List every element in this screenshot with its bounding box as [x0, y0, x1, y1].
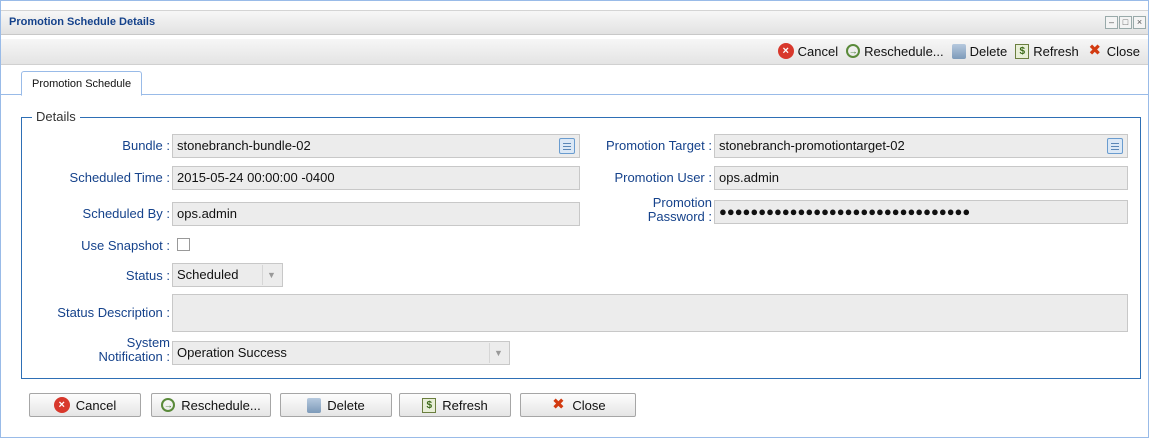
- scheduled-by-field[interactable]: ops.admin: [172, 202, 580, 226]
- reschedule-button[interactable]: → Reschedule...: [151, 393, 271, 417]
- scheduled-time-label: Scheduled Time :: [69, 170, 170, 185]
- status-label: Status :: [125, 268, 170, 283]
- reschedule-button-label: Reschedule...: [181, 397, 261, 413]
- toolbar-cancel-label: Cancel: [797, 43, 839, 59]
- details-fieldset: Details Bundle : stonebranch-bundle-02 S…: [21, 109, 1141, 379]
- reschedule-icon: →: [846, 44, 861, 58]
- toolbar-refresh-button[interactable]: $ Refresh: [1015, 43, 1079, 59]
- delete-icon: [307, 397, 322, 413]
- refresh-icon: $: [422, 397, 437, 413]
- maximize-icon[interactable]: □: [1119, 16, 1132, 29]
- promotion-password-label-line1: Promotion: [652, 195, 712, 210]
- reschedule-icon: →: [161, 398, 176, 412]
- toolbar-reschedule-button[interactable]: → Reschedule...: [846, 43, 944, 59]
- window-close-icon[interactable]: ×: [1133, 16, 1146, 29]
- bundle-label: Bundle :: [122, 138, 170, 153]
- refresh-button[interactable]: $ Refresh: [399, 393, 511, 417]
- scheduled-time-value: 2015-05-24 00:00:00 -0400: [177, 170, 335, 185]
- toolbar-delete-label: Delete: [969, 43, 1008, 59]
- toolbar-delete-button[interactable]: Delete: [951, 43, 1008, 59]
- details-legend: Details: [32, 109, 80, 124]
- cancel-button[interactable]: × Cancel: [29, 393, 141, 417]
- promotion-user-value: ops.admin: [719, 170, 779, 185]
- promotion-password-label: Promotion Password :: [562, 196, 712, 224]
- promotion-target-label: Promotion Target :: [606, 138, 712, 153]
- window-controls: – □ ×: [1105, 16, 1146, 29]
- close-button-label: Close: [572, 397, 606, 413]
- scheduled-by-label: Scheduled By :: [82, 206, 170, 221]
- system-notification-label-line1: System: [126, 335, 170, 350]
- system-notification-label: System Notification :: [22, 336, 170, 364]
- use-snapshot-checkbox[interactable]: [177, 238, 190, 251]
- delete-button-label: Delete: [327, 397, 365, 413]
- window-title: Promotion Schedule Details: [9, 16, 156, 28]
- promotion-user-field[interactable]: ops.admin: [714, 166, 1128, 190]
- title-bar[interactable]: Promotion Schedule Details – □ ×: [1, 11, 1148, 35]
- scheduled-by-value: ops.admin: [177, 206, 237, 221]
- status-description-field[interactable]: [172, 294, 1128, 332]
- promotion-password-field[interactable]: ●●●●●●●●●●●●●●●●●●●●●●●●●●●●●●●●: [714, 200, 1128, 224]
- promotion-password-label-line2: Password :: [647, 209, 712, 224]
- chevron-down-icon[interactable]: ▼: [262, 265, 280, 285]
- toolbar-refresh-label: Refresh: [1033, 43, 1079, 59]
- promotion-target-lookup-icon[interactable]: [1107, 138, 1123, 154]
- system-notification-value: Operation Success: [177, 345, 287, 360]
- refresh-icon: $: [1015, 43, 1030, 59]
- promotion-user-label: Promotion User :: [614, 170, 712, 185]
- promotion-schedule-details-window: Promotion Schedule Details – □ × × Cance…: [0, 0, 1149, 438]
- toolbar-cancel-button[interactable]: × Cancel: [777, 43, 839, 59]
- system-notification-select[interactable]: Operation Success ▼: [172, 341, 510, 365]
- use-snapshot-label: Use Snapshot :: [81, 238, 170, 253]
- status-description-label: Status Description :: [57, 305, 170, 320]
- cancel-button-label: Cancel: [75, 397, 117, 413]
- delete-icon: [951, 43, 966, 59]
- cancel-icon: ×: [53, 397, 70, 413]
- cancel-icon: ×: [777, 43, 794, 59]
- status-select[interactable]: Scheduled ▼: [172, 263, 283, 287]
- bundle-field[interactable]: stonebranch-bundle-02: [172, 134, 580, 158]
- tab-bar: Promotion Schedule: [1, 65, 1148, 96]
- promotion-password-value: ●●●●●●●●●●●●●●●●●●●●●●●●●●●●●●●●: [719, 204, 971, 219]
- scheduled-time-field[interactable]: 2015-05-24 00:00:00 -0400: [172, 166, 580, 190]
- system-notification-label-line2: Notification :: [98, 349, 170, 364]
- toolbar: × Cancel → Reschedule... Delete $ Refres…: [1, 39, 1148, 65]
- chevron-down-icon[interactable]: ▼: [489, 343, 507, 363]
- toolbar-reschedule-label: Reschedule...: [864, 43, 944, 59]
- bundle-value: stonebranch-bundle-02: [177, 138, 311, 153]
- promotion-target-value: stonebranch-promotiontarget-02: [719, 138, 905, 153]
- status-value: Scheduled: [177, 267, 239, 282]
- close-button[interactable]: ✖ Close: [520, 393, 636, 417]
- promotion-target-field[interactable]: stonebranch-promotiontarget-02: [714, 134, 1128, 158]
- toolbar-close-label: Close: [1106, 43, 1140, 59]
- tab-promotion-schedule[interactable]: Promotion Schedule: [21, 71, 143, 96]
- delete-button[interactable]: Delete: [280, 393, 392, 417]
- close-icon: ✖: [552, 396, 565, 413]
- minimize-icon[interactable]: –: [1105, 16, 1118, 29]
- refresh-button-label: Refresh: [442, 397, 488, 413]
- top-strip: [1, 1, 1148, 11]
- toolbar-close-button[interactable]: ✖ Close: [1087, 43, 1140, 59]
- close-icon: ✖: [1088, 42, 1102, 59]
